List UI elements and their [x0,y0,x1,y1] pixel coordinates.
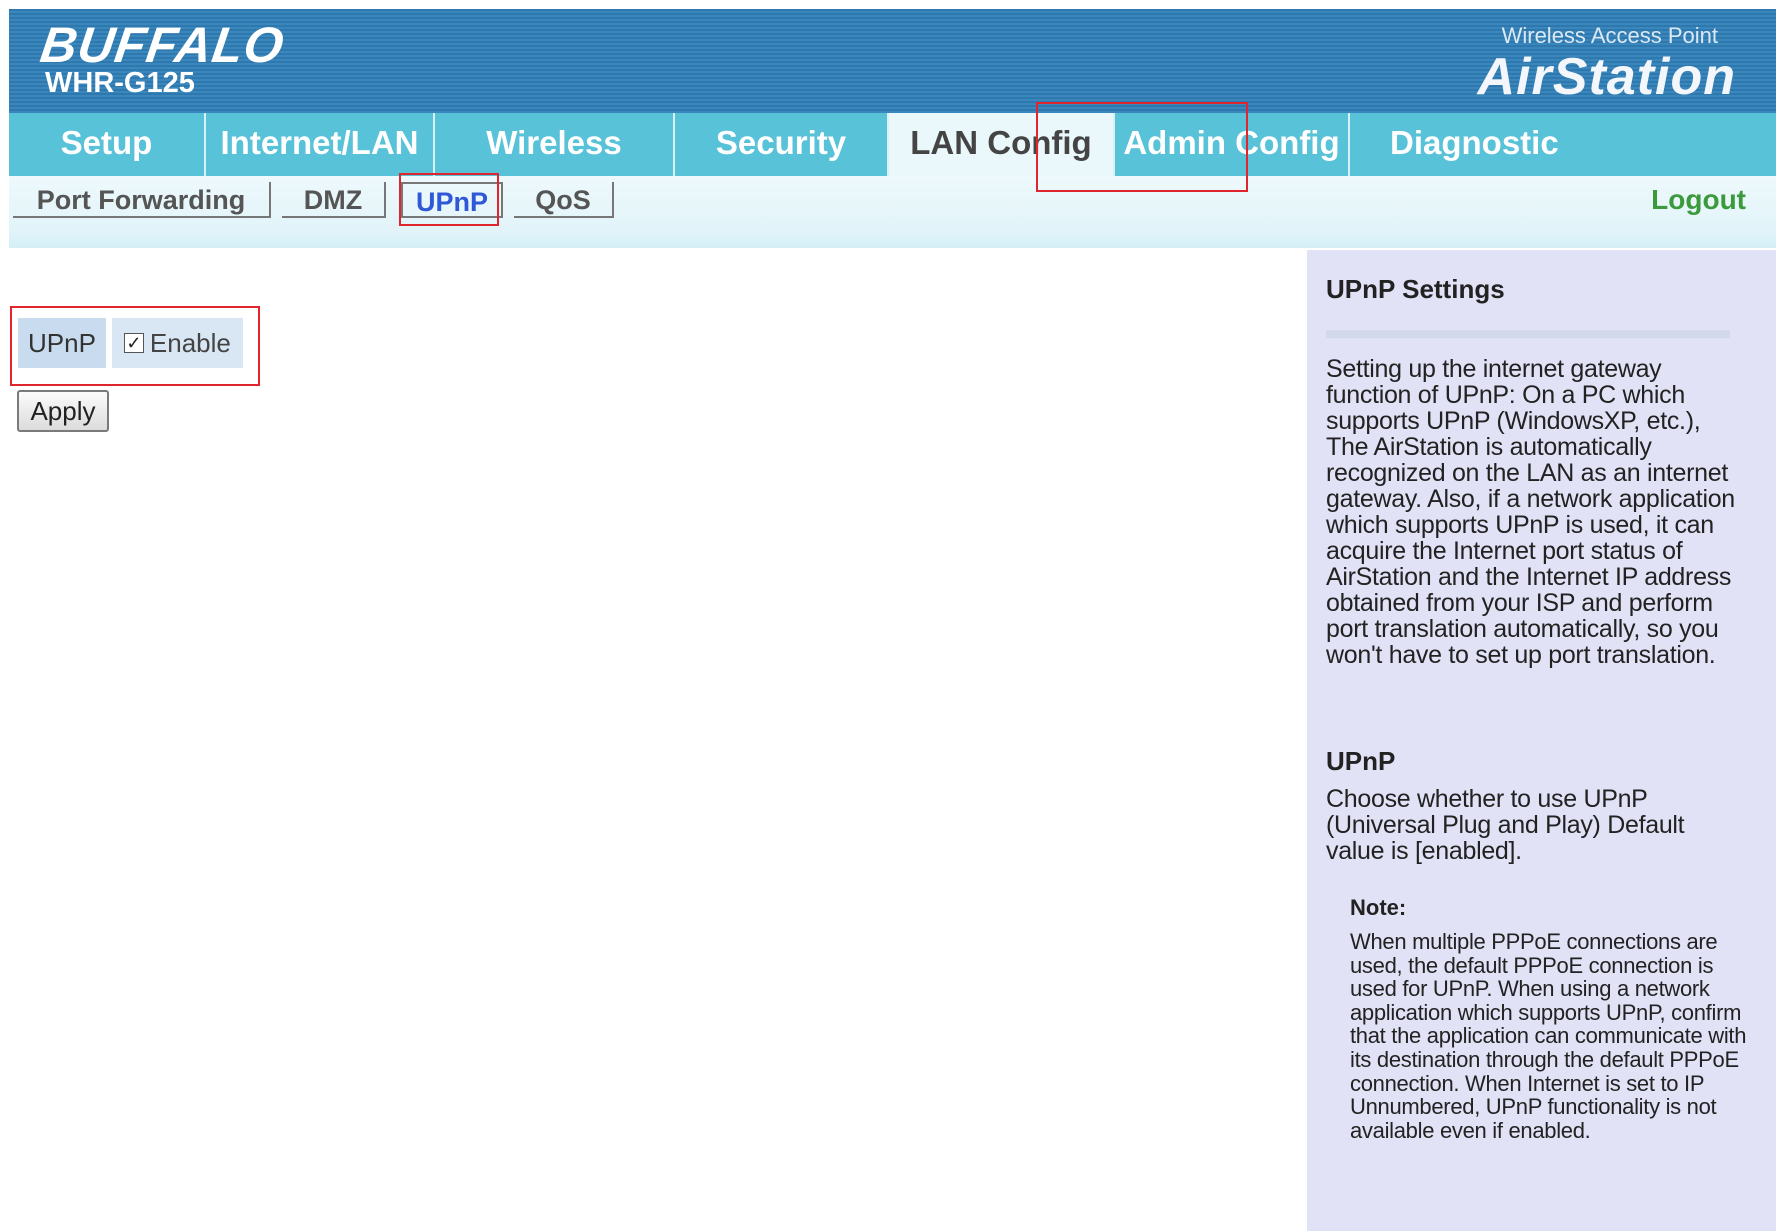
model-name: WHR-G125 [45,67,195,99]
help-upnp-description: Choose whether to use UPnP (Universal Pl… [1326,785,1685,865]
help-intro-text: Setting up the internet gateway function… [1326,355,1735,669]
upnp-enable-cell: ✓ Enable [111,318,243,368]
upnp-enable-label: Enable [149,327,231,358]
help-divider [1326,330,1730,338]
upnp-label: UPnP [18,318,106,368]
tab-lan-config[interactable]: LAN Config [889,113,1115,181]
help-upnp-heading: UPnP [1326,746,1396,776]
header-banner: BUFFALO WHR-G125 Wireless Access Point A… [9,9,1776,113]
tab-diagnostic[interactable]: Diagnostic [1350,113,1776,176]
help-panel: UPnP Settings Setting up the internet ga… [1307,250,1776,1231]
note-heading: Note: [1350,895,1407,920]
tab-internet-lan[interactable]: Internet/LAN [206,113,435,176]
subtab-qos[interactable]: QoS [514,182,614,218]
subtab-port-forwarding[interactable]: Port Forwarding [13,182,271,218]
sub-nav: Port Forwarding DMZ UPnP QoS Logout [9,176,1776,248]
brand-logo: BUFFALO [37,17,289,73]
tab-admin-config[interactable]: Admin Config [1115,113,1350,176]
logout-link[interactable]: Logout [1651,182,1746,218]
main-nav: Setup Internet/LAN Wireless Config Secur… [9,113,1776,221]
tab-security[interactable]: Security [675,113,889,176]
subtab-upnp[interactable]: UPnP [401,182,503,218]
upnp-setting-row: UPnP ✓ Enable [18,318,243,368]
subtab-dmz[interactable]: DMZ [282,182,386,218]
tab-wireless-config[interactable]: Wireless Config [435,113,675,221]
tab-setup[interactable]: Setup [9,113,206,176]
upnp-enable-checkbox[interactable]: ✓ [123,333,144,353]
help-title: UPnP Settings [1326,274,1505,304]
product-logo: AirStation [1477,48,1736,106]
note-text: When multiple PPPoE connections are used… [1350,929,1747,1143]
apply-button[interactable]: Apply [17,390,109,432]
product-tag: Wireless Access Point [1501,23,1718,48]
